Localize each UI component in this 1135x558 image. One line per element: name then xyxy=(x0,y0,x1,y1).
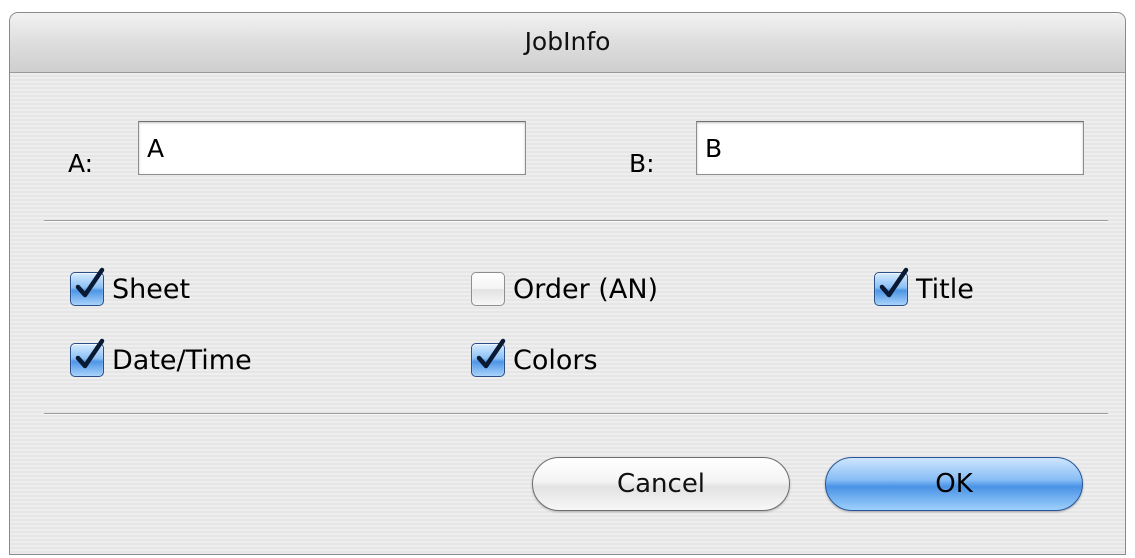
field-b-input[interactable] xyxy=(696,121,1084,175)
checkbox-date-time[interactable]: Date/Time xyxy=(70,338,252,377)
checkbox-title[interactable]: Title xyxy=(874,267,974,306)
checkbox-unchecked-icon[interactable] xyxy=(471,272,505,306)
checkbox-order-label: Order (AN) xyxy=(513,273,659,305)
checkbox-colors[interactable]: Colors xyxy=(471,338,598,377)
field-a-label: A: xyxy=(68,149,94,178)
checkbox-title-label: Title xyxy=(916,273,974,305)
checkbox-date-time-label: Date/Time xyxy=(112,344,252,376)
field-a-input[interactable] xyxy=(138,121,526,175)
checkbox-checked-icon[interactable] xyxy=(70,338,105,377)
separator-top xyxy=(44,220,1108,222)
checkbox-sheet[interactable]: Sheet xyxy=(70,267,191,306)
separator-bottom xyxy=(44,413,1108,415)
checkbox-order[interactable]: Order (AN) xyxy=(471,272,658,306)
checkbox-checked-icon[interactable] xyxy=(70,267,105,306)
checkbox-colors-label: Colors xyxy=(513,344,598,376)
checkbox-sheet-label: Sheet xyxy=(112,273,191,305)
field-b-label: B: xyxy=(629,149,655,178)
checkbox-checked-icon[interactable] xyxy=(471,338,506,377)
jobinfo-dialog: JobInfo A: B: Sheet Order (AN) Title Dat… xyxy=(9,12,1126,555)
ok-button[interactable]: OK xyxy=(825,457,1083,511)
title-bar[interactable]: JobInfo xyxy=(10,13,1125,73)
cancel-button[interactable]: Cancel xyxy=(532,457,790,511)
checkbox-checked-icon[interactable] xyxy=(874,267,909,306)
window-title: JobInfo xyxy=(524,27,611,56)
